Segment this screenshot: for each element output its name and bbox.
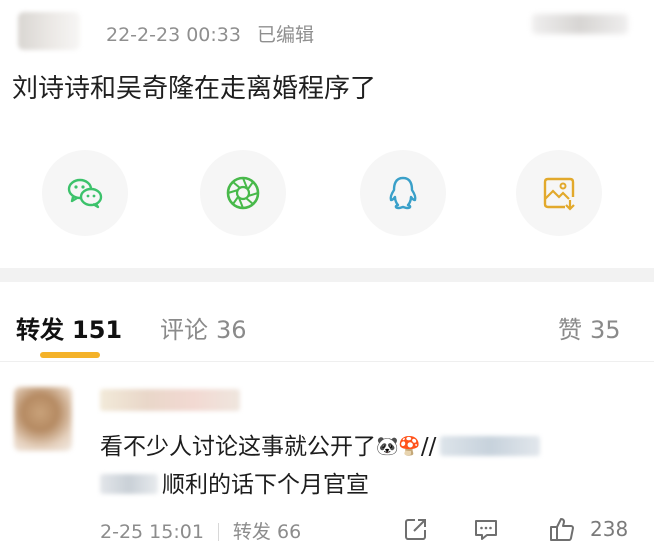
comment-text-continued: 顺利的话下个月官宣 — [162, 472, 369, 498]
moments-icon — [226, 176, 260, 210]
avatar[interactable] — [18, 12, 80, 50]
tab-likes-label: 赞 — [558, 316, 582, 344]
mushroom-emoji-icon: 🍄 — [398, 436, 421, 457]
interaction-tabs: 转发 151 评论 36 赞 35 — [0, 282, 654, 362]
save-image-button[interactable] — [516, 150, 602, 236]
meta-separator — [217, 523, 219, 541]
wechat-icon — [67, 178, 103, 209]
tab-comments-label: 评论 — [160, 316, 208, 344]
share-moments-button[interactable] — [200, 150, 286, 236]
comment-time: 2-25 15:01 — [100, 521, 204, 543]
comment-repost-count[interactable]: 66 — [277, 521, 301, 543]
comment-like-count: 238 — [590, 517, 629, 541]
share-wechat-button[interactable] — [42, 150, 128, 236]
share-row — [0, 150, 654, 236]
tab-comments-count: 36 — [216, 316, 247, 344]
tab-reposts-count: 151 — [72, 316, 123, 344]
comment-repost-label[interactable]: 转发 — [233, 521, 271, 543]
avatar[interactable] — [14, 387, 72, 451]
tab-comments[interactable]: 评论 36 — [160, 310, 247, 345]
list-item: 看不少人讨论这事就公开了🐼🍄// 顺利的话下个月官宣 2-25 15:01 转发 … — [0, 363, 654, 553]
post-timestamp: 22-2-23 00:33 — [106, 24, 241, 46]
active-tab-indicator — [40, 352, 100, 358]
comment-text-line2: 顺利的话下个月官宣 — [100, 465, 369, 499]
comment-meta: 2-25 15:01 转发 66 — [100, 517, 301, 544]
redacted-area — [532, 14, 628, 34]
repost-icon[interactable] — [402, 515, 430, 543]
redacted-text — [100, 474, 158, 494]
post-card: 22-2-23 00:33 已编辑 刘诗诗和吴奇隆在走离婚程序了 — [0, 0, 654, 268]
panda-emoji-icon: 🐼 — [376, 436, 399, 457]
tab-reposts-label: 转发 — [16, 316, 64, 344]
share-qq-button[interactable] — [360, 150, 446, 236]
qq-icon — [389, 176, 417, 210]
comment-icon[interactable] — [472, 515, 500, 543]
comment-text-line1: 看不少人讨论这事就公开了🐼🍄// — [100, 427, 541, 461]
redacted-username — [100, 389, 240, 411]
tab-likes[interactable]: 赞 35 — [558, 310, 621, 345]
mention-prefix: // — [420, 434, 437, 460]
edited-label: 已编辑 — [256, 24, 314, 46]
tab-reposts[interactable]: 转发 151 — [16, 310, 122, 345]
redacted-mention[interactable] — [440, 436, 541, 456]
post-text: 刘诗诗和吴奇隆在走离婚程序了 — [12, 74, 377, 104]
post-meta: 22-2-23 00:33 已编辑 — [106, 20, 314, 47]
section-divider — [0, 268, 654, 282]
comment-text: 看不少人讨论这事就公开了 — [100, 434, 376, 460]
tab-likes-count: 35 — [590, 316, 621, 344]
save-image-icon — [543, 177, 575, 211]
like-icon[interactable] — [548, 515, 576, 543]
